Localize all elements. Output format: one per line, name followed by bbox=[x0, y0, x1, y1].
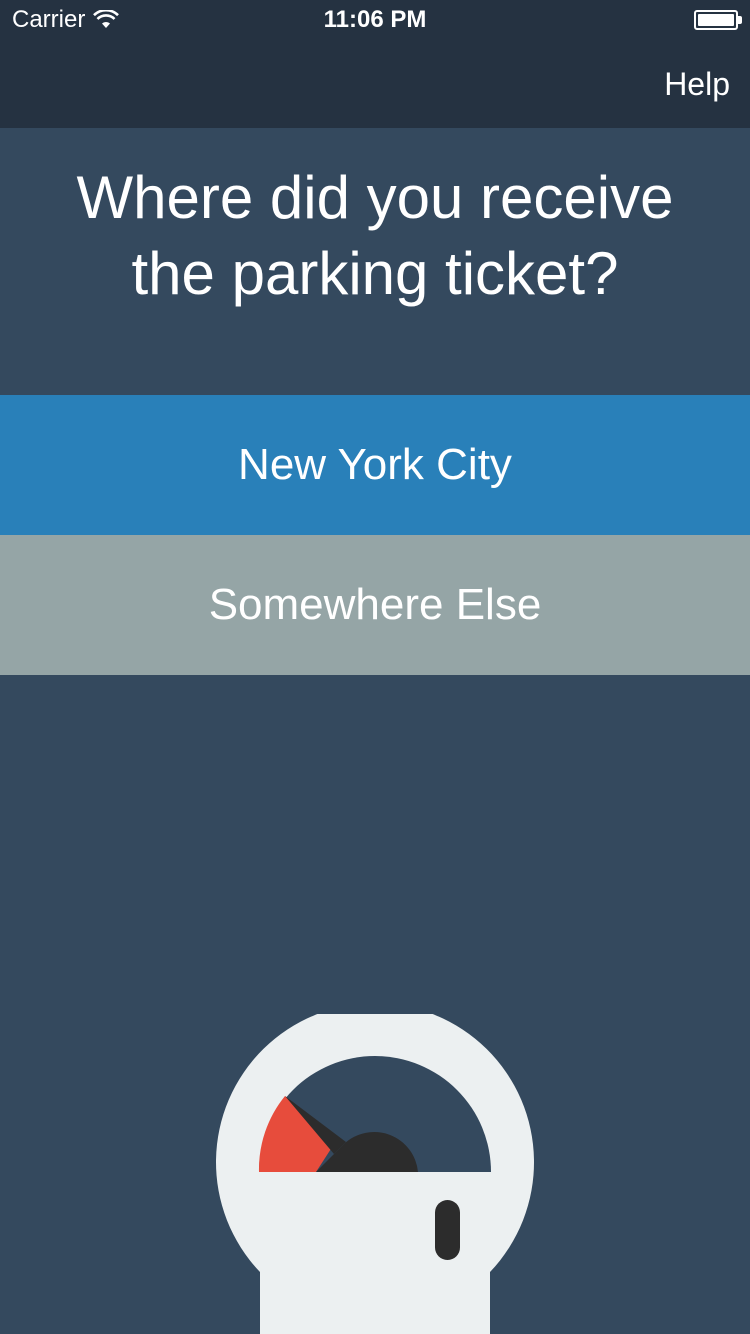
status-bar: Carrier 11:06 PM bbox=[0, 0, 750, 40]
parking-meter-icon bbox=[216, 1014, 534, 1334]
question-line-2: the parking ticket? bbox=[131, 240, 619, 307]
option-somewhere-else-button[interactable]: Somewhere Else bbox=[0, 535, 750, 675]
option-new-york-city-button[interactable]: New York City bbox=[0, 395, 750, 535]
page-title: Where did you receive the parking ticket… bbox=[0, 160, 750, 312]
question-line-1: Where did you receive bbox=[76, 164, 674, 231]
status-time: 11:06 PM bbox=[323, 6, 427, 33]
battery-icon bbox=[694, 10, 742, 30]
help-button[interactable]: Help bbox=[664, 66, 730, 103]
nav-bar: Help bbox=[0, 40, 750, 128]
